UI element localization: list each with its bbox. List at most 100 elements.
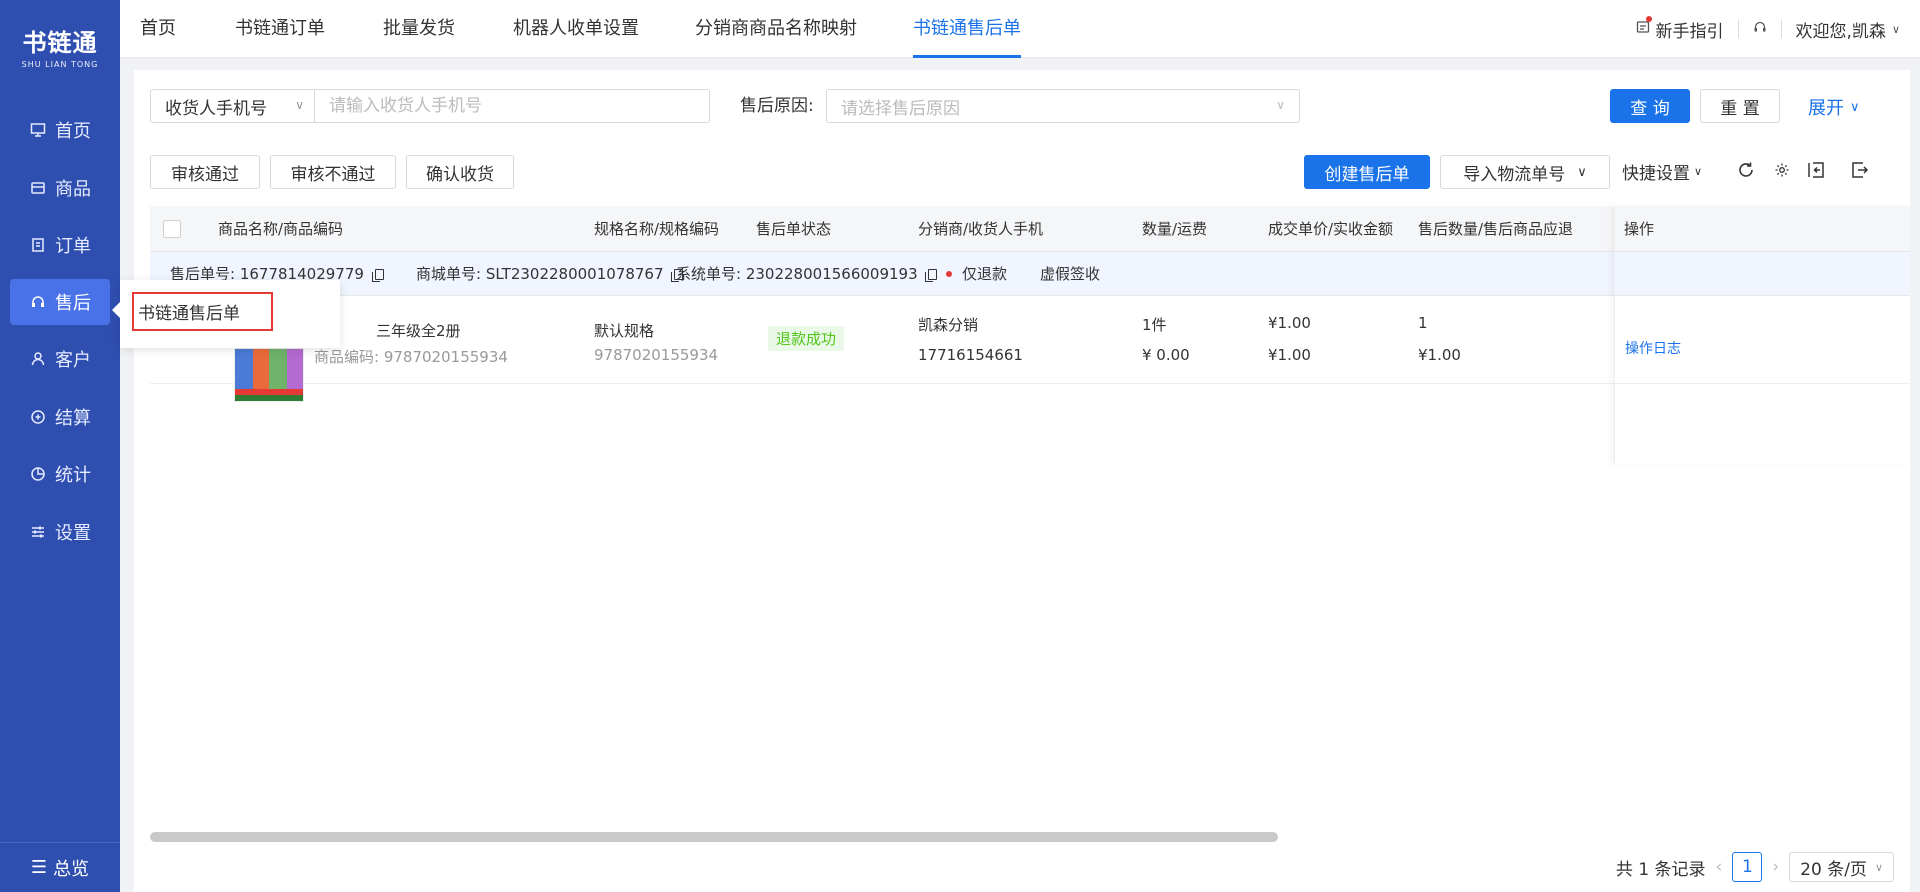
page-number[interactable]: 1 bbox=[1732, 852, 1763, 882]
collapse-icon[interactable] bbox=[1804, 158, 1828, 182]
sidebar-item-label: 结算 bbox=[55, 408, 91, 429]
product-name: 三年级全2册 bbox=[376, 322, 461, 340]
refresh-icon[interactable] bbox=[1734, 158, 1758, 182]
reject-button[interactable]: 审核不通过 bbox=[270, 155, 396, 189]
tab-home[interactable]: 首页 bbox=[140, 0, 176, 58]
sidebar-item-settlement[interactable]: 结算 bbox=[10, 394, 110, 440]
import-logistics-button[interactable]: 导入物流单号 ∨ bbox=[1440, 155, 1610, 189]
phone-filter-select[interactable]: 收货人手机号 ∨ bbox=[150, 89, 314, 123]
sidebar-item-label: 商品 bbox=[55, 179, 91, 200]
create-aftersale-button[interactable]: 创建售后单 bbox=[1304, 155, 1430, 189]
system-number-label: 系统单号: bbox=[676, 265, 742, 283]
chevron-down-icon: ∨ bbox=[1577, 164, 1587, 180]
chevron-down-icon: ∨ bbox=[1276, 98, 1285, 112]
sidebar-item-stats[interactable]: 统计 bbox=[10, 451, 110, 497]
sidebar: 书链通 SHU LIAN TONG 首页 商品 订单 售后 客户 结算 统计 设… bbox=[0, 0, 120, 892]
status-dot bbox=[946, 271, 952, 277]
tab-batch-ship[interactable]: 批量发货 bbox=[383, 0, 455, 58]
sidebar-item-orders[interactable]: 订单 bbox=[10, 222, 110, 268]
top-nav: 首页 书链通订单 批量发货 机器人收单设置 分销商商品名称映射 书链通售后单 新… bbox=[120, 0, 1920, 58]
reset-button[interactable]: 重 置 bbox=[1700, 89, 1780, 123]
export-icon[interactable] bbox=[1848, 158, 1872, 182]
prev-page-icon[interactable]: ‹ bbox=[1716, 857, 1723, 877]
total-count: 共 1 条记录 bbox=[1615, 859, 1706, 880]
tab-robot-settings[interactable]: 机器人收单设置 bbox=[513, 0, 639, 58]
order-icon bbox=[29, 236, 47, 254]
copy-icon[interactable] bbox=[371, 269, 384, 282]
status-badge: 退款成功 bbox=[768, 326, 845, 351]
sidebar-item-settings[interactable]: 设置 bbox=[10, 509, 110, 555]
tab-name-mapping[interactable]: 分销商商品名称映射 bbox=[695, 0, 857, 58]
quick-settings[interactable]: 快捷设置 ∨ bbox=[1622, 153, 1702, 189]
user-menu[interactable]: 欢迎您,凯森 ∨ bbox=[1796, 17, 1900, 42]
reason-placeholder: 请选择售后原因 bbox=[841, 98, 960, 119]
welcome-text: 欢迎您,凯森 bbox=[1795, 21, 1886, 42]
query-button[interactable]: 查 询 bbox=[1610, 89, 1690, 123]
gear-icon[interactable] bbox=[1770, 158, 1794, 182]
headset-icon[interactable] bbox=[1753, 19, 1767, 39]
mall-number: 商城单号: SLT2302280001078767 bbox=[416, 252, 684, 296]
product-code-label: 商品编码: bbox=[314, 348, 380, 366]
sidebar-item-home[interactable]: 首页 bbox=[10, 107, 110, 153]
header-right: 新手指引 欢迎您,凯森 ∨ bbox=[1636, 0, 1900, 58]
monitor-icon bbox=[29, 121, 47, 139]
chevron-down-icon: ∨ bbox=[1850, 99, 1860, 115]
approve-button[interactable]: 审核通过 bbox=[150, 155, 260, 189]
expand-button[interactable]: 展开 ∨ bbox=[1808, 94, 1860, 120]
user-icon bbox=[29, 350, 47, 368]
sidebar-item-customers[interactable]: 客户 bbox=[10, 336, 110, 382]
copy-icon[interactable] bbox=[925, 269, 938, 282]
operation-log-link[interactable]: 操作日志 bbox=[1625, 338, 1681, 358]
flyout-item-slt-aftersale[interactable]: 书链通售后单 bbox=[132, 292, 273, 331]
divider bbox=[1780, 20, 1782, 38]
logo-subtitle: SHU LIAN TONG bbox=[21, 60, 99, 69]
tab-slt-orders[interactable]: 书链通订单 bbox=[235, 0, 325, 58]
sign-status: 虚假签收 bbox=[1040, 265, 1101, 283]
quick-settings-label: 快捷设置 bbox=[1622, 163, 1690, 184]
sliders-icon bbox=[29, 523, 47, 541]
page-size-select[interactable]: 20 条/页 ∨ bbox=[1789, 852, 1894, 882]
logo-text: 书链通 bbox=[22, 29, 98, 57]
col-product: 商品名称/商品编码 bbox=[218, 220, 344, 238]
menu-icon: ☰ bbox=[30, 857, 48, 878]
guide-link[interactable]: 新手指引 bbox=[1636, 16, 1724, 42]
import-logistics-label: 导入物流单号 bbox=[1463, 164, 1566, 185]
settle-icon bbox=[29, 408, 47, 426]
product-code: 商品编码: 9787020155934 bbox=[314, 346, 508, 367]
product-code-value: 9787020155934 bbox=[383, 348, 508, 366]
system-number-value: 230228001566009193 bbox=[745, 265, 918, 283]
spec-name: 默认规格 bbox=[594, 322, 655, 340]
guide-label: 新手指引 bbox=[1655, 21, 1724, 42]
mall-number-value: SLT2302280001078767 bbox=[485, 265, 664, 283]
expand-label: 展开 bbox=[1808, 98, 1844, 119]
sidebar-item-label: 统计 bbox=[55, 465, 91, 486]
filter-select-label: 收货人手机号 bbox=[165, 98, 267, 119]
select-all-checkbox[interactable] bbox=[163, 220, 181, 238]
overview-toggle[interactable]: ☰ 总览 bbox=[0, 842, 120, 892]
pagination: 共 1 条记录 ‹ 1 › 20 条/页 ∨ bbox=[1616, 852, 1894, 882]
quantity: 1件 bbox=[1142, 316, 1167, 334]
freight: ¥ 0.00 bbox=[1142, 346, 1190, 364]
sidebar-item-goods[interactable]: 商品 bbox=[10, 165, 110, 211]
reason-label: 售后原因: bbox=[740, 96, 814, 116]
guide-icon bbox=[1636, 16, 1652, 39]
sidebar-item-label: 客户 bbox=[55, 350, 91, 371]
distributor-name: 凯森分销 bbox=[918, 316, 979, 334]
tab-aftersale[interactable]: 书链通售后单 bbox=[913, 0, 1021, 58]
phone-search-input[interactable] bbox=[314, 89, 710, 123]
col-aftersale-qty: 售后数量/售后商品应退 bbox=[1418, 220, 1574, 238]
next-page-icon[interactable]: › bbox=[1772, 857, 1779, 877]
confirm-receipt-button[interactable]: 确认收货 bbox=[406, 155, 514, 189]
aftersale-quantity: 1 bbox=[1418, 314, 1428, 332]
spec-code: 9787020155934 bbox=[594, 346, 719, 364]
reason-select[interactable]: 请选择售后原因 ∨ bbox=[826, 89, 1300, 123]
sidebar-item-label: 订单 bbox=[55, 236, 91, 257]
page-size-label: 20 条/页 bbox=[1800, 859, 1867, 880]
horizontal-scrollbar[interactable] bbox=[150, 832, 1278, 842]
received-amount: ¥1.00 bbox=[1268, 346, 1311, 364]
pie-icon bbox=[29, 465, 47, 483]
col-status: 售后单状态 bbox=[756, 220, 832, 238]
refund-type-label: 仅退款 bbox=[962, 265, 1008, 283]
sidebar-item-aftersale[interactable]: 售后 bbox=[10, 279, 110, 325]
col-spec: 规格名称/规格编码 bbox=[594, 220, 720, 238]
